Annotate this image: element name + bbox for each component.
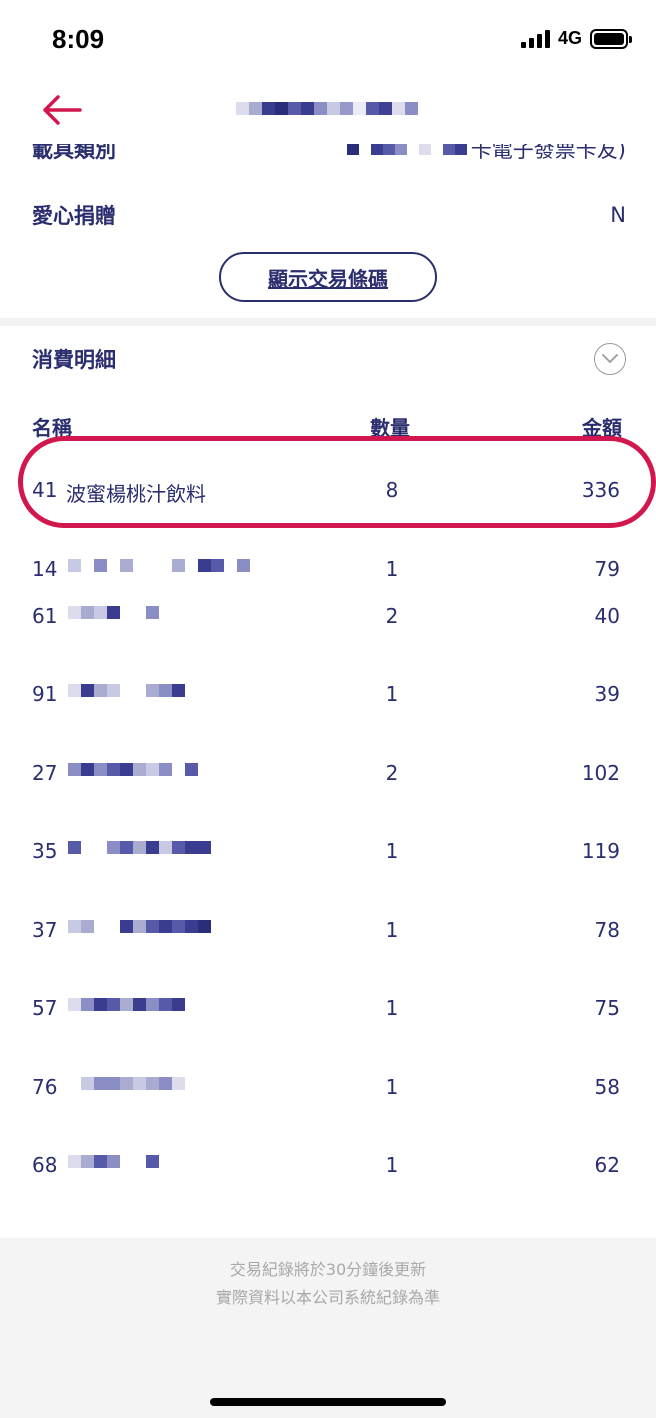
item-qty: 1 xyxy=(385,1153,399,1177)
item-qty: 1 xyxy=(385,918,399,942)
header-qty: 數量 xyxy=(370,416,410,440)
signal-icon xyxy=(520,29,550,48)
details-title: 消費明細 xyxy=(32,348,116,372)
item-amount: 58 xyxy=(594,1075,620,1099)
item-code: 61 xyxy=(32,604,58,628)
table-row: 37 1 78 xyxy=(32,918,626,948)
item-name-redacted xyxy=(68,763,198,776)
page-title-redacted xyxy=(236,102,418,115)
battery-icon xyxy=(590,28,632,49)
donation-row: 愛心捐贈 N xyxy=(32,200,626,230)
status-time: 8:09 xyxy=(52,24,105,54)
details-section-header[interactable]: 消費明細 xyxy=(32,342,626,376)
table-row: 91 1 39 xyxy=(32,682,626,712)
footer-line-disclaimer: 實際資料以本公司系統紀錄為準 xyxy=(215,1288,440,1307)
item-name-redacted xyxy=(68,1077,185,1090)
table-row: 57 1 75 xyxy=(32,996,626,1026)
item-qty: 8 xyxy=(385,478,399,502)
item-qty: 1 xyxy=(385,557,399,581)
item-name-redacted xyxy=(68,684,185,697)
chevron-down-circle-icon[interactable] xyxy=(594,343,626,375)
table-row: 68 1 62 xyxy=(32,1153,626,1183)
item-amount: 119 xyxy=(581,839,620,863)
item-name-redacted xyxy=(68,998,185,1011)
item-amount: 40 xyxy=(594,604,620,628)
item-code: 14 xyxy=(32,557,58,581)
table-row: 41 波蜜楊桃汁飲料 8 336 xyxy=(32,478,626,508)
show-barcode-button[interactable]: 顯示交易條碼 xyxy=(219,252,437,302)
item-code: 57 xyxy=(32,996,58,1020)
item-name-redacted xyxy=(68,920,211,933)
item-name: 波蜜楊桃汁飲料 xyxy=(66,482,206,506)
section-divider xyxy=(0,318,656,326)
network-type: 4G xyxy=(557,28,582,48)
item-name-redacted xyxy=(68,841,211,854)
table-row: 27 2 102 xyxy=(32,761,626,791)
item-name-redacted xyxy=(68,606,159,619)
footer-notice: 交易紀錄將於30分鐘後更新 實際資料以本公司系統紀錄為準 xyxy=(0,1238,656,1418)
item-code: 68 xyxy=(32,1153,58,1177)
header-name: 名稱 xyxy=(32,416,72,440)
item-qty: 1 xyxy=(385,839,399,863)
status-indicators: 4G xyxy=(520,28,632,49)
back-button[interactable] xyxy=(40,92,84,128)
nav-bar xyxy=(0,80,656,144)
carrier-value-redacted xyxy=(346,143,467,155)
table-row: 14 1 79 xyxy=(32,557,626,587)
item-qty: 2 xyxy=(385,604,399,628)
item-amount: 75 xyxy=(594,996,620,1020)
item-amount: 336 xyxy=(581,478,620,502)
item-amount: 62 xyxy=(594,1153,620,1177)
item-code: 76 xyxy=(32,1075,58,1099)
item-qty: 1 xyxy=(385,996,399,1020)
item-code: 37 xyxy=(32,918,58,942)
donation-label: 愛心捐贈 xyxy=(32,204,116,228)
item-amount: 78 xyxy=(594,918,620,942)
header-amount: 金額 xyxy=(582,416,622,440)
item-code: 35 xyxy=(32,839,58,863)
donation-value: N xyxy=(610,203,626,227)
arrow-left-icon xyxy=(43,95,82,125)
status-bar: 8:09 4G xyxy=(0,0,656,80)
item-amount: 102 xyxy=(581,761,620,785)
footer-line-update: 交易紀錄將於30分鐘後更新 xyxy=(229,1260,427,1279)
item-name-redacted xyxy=(68,1155,159,1168)
table-row: 76 1 58 xyxy=(32,1075,626,1105)
item-name-redacted xyxy=(68,559,250,572)
item-code: 41 xyxy=(32,478,58,502)
home-indicator[interactable] xyxy=(210,1398,446,1406)
item-amount: 79 xyxy=(594,557,620,581)
item-amount: 39 xyxy=(594,682,620,706)
item-qty: 1 xyxy=(385,1075,399,1099)
item-code: 91 xyxy=(32,682,58,706)
item-code: 27 xyxy=(32,761,58,785)
item-qty: 1 xyxy=(385,682,399,706)
table-row: 61 2 40 xyxy=(32,604,626,634)
item-qty: 2 xyxy=(385,761,399,785)
table-row: 35 1 119 xyxy=(32,839,626,869)
